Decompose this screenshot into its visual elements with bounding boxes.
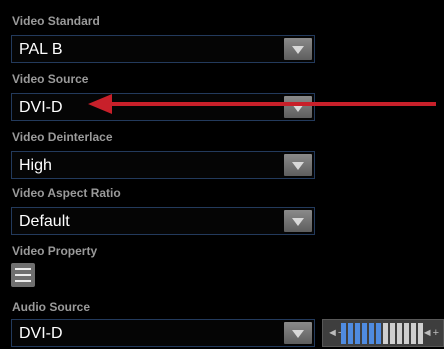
volume-bar [369, 323, 374, 344]
annotation-arrow-icon [88, 94, 436, 114]
video-aspect-ratio-label: Video Aspect Ratio [12, 186, 121, 200]
video-deinterlace-label: Video Deinterlace [12, 130, 113, 144]
volume-bar [341, 323, 346, 344]
audio-source-value: DVI-D [19, 325, 63, 342]
chevron-down-icon [292, 46, 304, 54]
volume-bar [362, 323, 367, 344]
video-property-label: Video Property [12, 244, 98, 258]
audio-source-select[interactable]: DVI-D [11, 319, 315, 347]
video-aspect-ratio-value: Default [19, 213, 70, 230]
audio-source-label: Audio Source [12, 300, 91, 314]
volume-bar [348, 323, 353, 344]
video-source-label: Video Source [12, 72, 89, 86]
volume-bar [397, 323, 402, 344]
chevron-down-icon [292, 330, 304, 338]
video-standard-select[interactable]: PAL B [11, 35, 315, 63]
volume-bar [376, 323, 381, 344]
volume-level-bars[interactable] [341, 323, 425, 344]
volume-slider[interactable]: ◄− ◄+ [322, 319, 444, 347]
volume-bar [355, 323, 360, 344]
video-aspect-ratio-dropdown-button[interactable] [284, 210, 312, 232]
volume-bar [411, 323, 416, 344]
video-deinterlace-select[interactable]: High [11, 151, 315, 179]
audio-source-dropdown-button[interactable] [284, 322, 312, 344]
chevron-down-icon [292, 218, 304, 226]
video-aspect-ratio-select[interactable]: Default [11, 207, 315, 235]
volume-bar [390, 323, 395, 344]
chevron-down-icon [292, 162, 304, 170]
volume-up-icon[interactable]: ◄+ [422, 326, 439, 340]
video-source-value: DVI-D [19, 99, 63, 116]
video-deinterlace-dropdown-button[interactable] [284, 154, 312, 176]
video-property-menu-button[interactable] [11, 263, 35, 287]
volume-bar [383, 323, 388, 344]
video-standard-value: PAL B [19, 41, 63, 58]
volume-bar [404, 323, 409, 344]
video-standard-label: Video Standard [12, 14, 100, 28]
video-standard-dropdown-button[interactable] [284, 38, 312, 60]
video-deinterlace-value: High [19, 157, 52, 174]
